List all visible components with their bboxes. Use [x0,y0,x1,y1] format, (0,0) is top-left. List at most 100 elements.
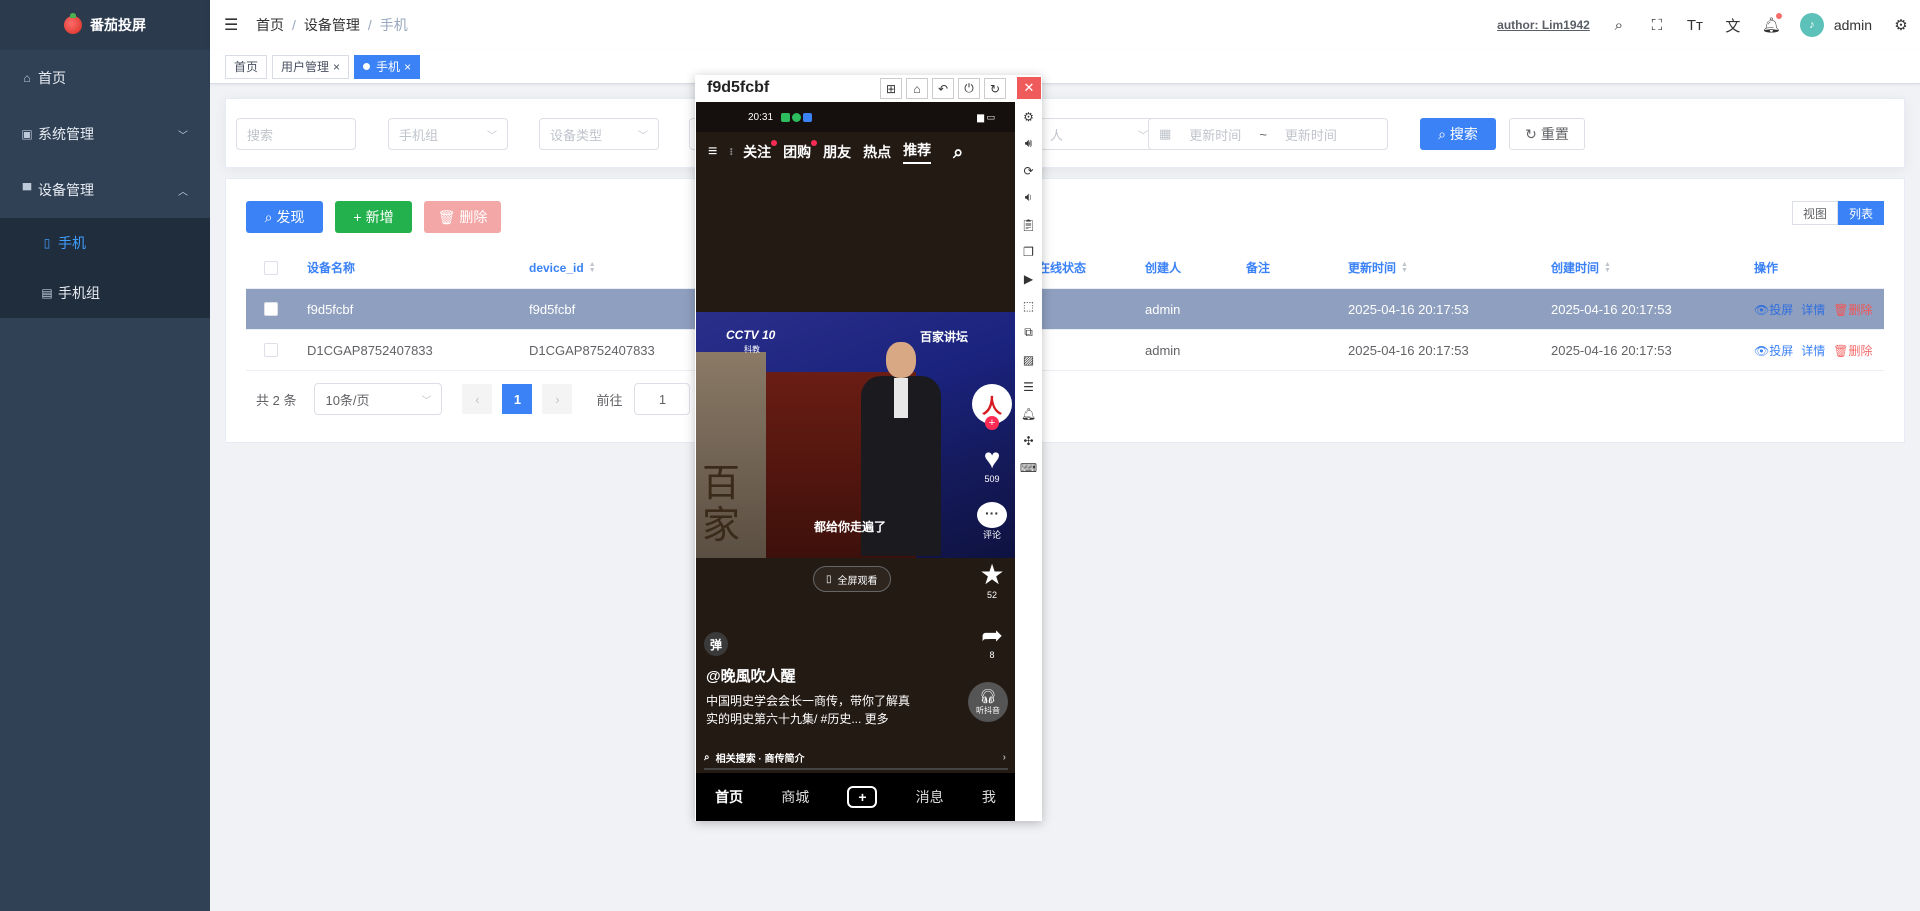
sidebar-item-home[interactable]: ⌂ 首页 [0,50,210,106]
discover-button[interactable]: ⌕ 发现 [246,201,323,233]
shrink-icon[interactable]: ✣ [1023,427,1033,454]
tag-phone[interactable]: 手机 × [354,54,421,79]
phone-mirror-window[interactable]: f9d5fcbf ⊞ ⌂ ↶ ⏻ ↻ ✕ ⚙ 🔊︎ ⟳ 🔉︎ 📋︎ ❐ ▶ ⬚ … [695,75,1042,821]
phone-screen[interactable]: 20:31 ▆ ▭ ≡ ⁝ 关注 团购 朋友 热点 推荐 ⌕ 百家 CCTV 1… [696,102,1015,821]
close-window-button[interactable]: ✕ [1017,77,1041,99]
related-search-bar[interactable]: ⌕ 相关搜索 · 商传简介 › [704,746,1008,770]
delete-link[interactable]: 🗑︎删除 [1833,342,1872,359]
favorite-button[interactable]: ★ 52 [970,560,1014,601]
bell-icon[interactable]: 🔔︎ [1021,400,1036,427]
next-page-button[interactable]: › [542,384,573,414]
refresh-icon[interactable]: ↻ [984,78,1006,99]
volume-down-icon[interactable]: 🔉︎ [1025,184,1033,211]
select-all-checkbox[interactable] [264,260,278,275]
back-icon[interactable]: ↶ [932,78,954,99]
cast-link[interactable]: 👁︎投屏 [1754,301,1793,318]
author-link[interactable]: author: Lim1942 [1497,18,1590,32]
comment-button[interactable]: ··· 评论 [970,502,1014,541]
device-type-select[interactable]: 设备类型 ﹀ [539,118,659,150]
home-icon[interactable]: ⌂ [906,78,928,99]
tab-follow[interactable]: 关注 [743,140,778,162]
tab-home[interactable]: 首页 [715,787,743,807]
goto-page-input[interactable]: 1 [634,383,691,415]
search-icon[interactable]: ⌕ [953,142,963,163]
listen-button[interactable]: 🎧︎ 听抖音 [968,682,1008,722]
search-icon[interactable]: ⌕ [1610,17,1628,34]
search-input[interactable]: 搜索 [236,118,356,150]
close-icon[interactable]: × [333,60,340,74]
cell-device-name: f9d5fcbf [307,301,354,317]
record-icon[interactable]: ▶ [1024,265,1033,292]
rotate-icon[interactable]: ⟳ [1023,157,1033,184]
tab-messages[interactable]: 消息 [916,787,944,807]
gear-icon[interactable]: ⚙ [1892,16,1910,34]
settings-sliders-icon[interactable]: ☰ [1023,373,1034,400]
user-menu[interactable]: ♪ admin [1799,13,1872,37]
detail-link[interactable]: 详情 [1801,342,1825,359]
col-updated[interactable]: 更新时间 ▲ ▼ [1348,247,1408,288]
apps-grid-icon[interactable]: ⊞ [880,78,902,99]
copy-icon[interactable]: ❐ [1023,238,1034,265]
add-button[interactable]: + 新增 [335,201,412,233]
fullscreen-button[interactable]: ▯ 全屏观看 [813,566,891,592]
col-device-id[interactable]: device_id ▲ ▼ [529,247,596,288]
share-button[interactable]: ➦ 8 [970,620,1014,660]
fullscreen-icon[interactable]: ⛶ [1648,17,1666,34]
tab-group-buy[interactable]: 团购 [783,140,818,162]
row-checkbox[interactable] [264,302,278,316]
clipboard-icon[interactable]: 📋︎ [1021,211,1036,238]
app-logo[interactable]: 番茄投屏 [0,0,210,50]
breadcrumb-item[interactable]: 首页 [256,15,284,35]
translate-icon[interactable]: 文 [1724,15,1742,36]
page-number-current[interactable]: 1 [502,384,533,414]
table-row[interactable]: D1CGAP8752407833 D1CGAP8752407833 admin … [246,330,1884,371]
search-button[interactable]: ⌕ 搜索 [1420,118,1496,150]
video-author[interactable]: @晚風吹人醒 [706,665,796,686]
view-mode-button[interactable]: 视图 [1791,201,1838,225]
screen-off-icon[interactable]: ▨ [1023,346,1034,373]
tab-friends[interactable]: 朋友 [823,142,851,162]
delete-button[interactable]: 🗑︎ 删除 [424,201,501,233]
phone-group-select[interactable]: 手机组 ﹀ [388,118,508,150]
bell-icon[interactable]: 🔔︎ [1762,13,1782,34]
hamburger-icon[interactable]: ☰ [224,15,246,35]
sidebar-item-system[interactable]: ▣ 系统管理 ﹀ [0,106,210,162]
sidebar-item-phone[interactable]: ▯ 手机 [0,218,210,268]
tab-me[interactable]: 我 [982,787,996,807]
sidebar-item-phone-group[interactable]: ▤ 手机组 [0,268,210,318]
tab-recommend[interactable]: 推荐 [903,140,932,164]
cast-link[interactable]: 👁︎投屏 [1754,342,1793,359]
phone-window-titlebar[interactable]: f9d5fcbf ⊞ ⌂ ↶ ⏻ ↻ ✕ [695,75,1042,101]
author-avatar[interactable]: 人 + [970,384,1014,430]
screenshot-icon[interactable]: ⬚ [1023,292,1034,319]
list-mode-button[interactable]: 列表 [1837,201,1884,225]
reset-button[interactable]: ↻ 重置 [1509,118,1585,150]
create-plus-button[interactable]: + [847,786,878,808]
detail-link[interactable]: 详情 [1801,301,1825,318]
like-button[interactable]: ♥ 509 [970,444,1014,485]
tab-hot[interactable]: 热点 [863,142,891,162]
sidebar-item-device[interactable]: ▀ 设备管理 ︿ [0,162,210,218]
col-created[interactable]: 创建时间 ▲ ▼ [1551,247,1611,288]
keyboard-icon[interactable]: ⌨ [1020,454,1037,481]
danmu-toggle[interactable]: 弹 [704,632,728,656]
power-icon[interactable]: ⏻ [958,78,980,99]
tag-home[interactable]: 首页 [225,54,268,79]
rotate-screen-icon[interactable]: ⧉ [1024,319,1033,346]
delete-link[interactable]: 🗑︎删除 [1833,301,1872,318]
close-icon[interactable]: × [404,60,411,74]
creator-select[interactable]: 人 ﹀ [1039,118,1159,150]
tab-mall[interactable]: 商城 [781,787,809,807]
video-frame[interactable]: 百家 CCTV 10 科教 百家讲坛 都给你走遍了 [696,312,1015,558]
volume-up-icon[interactable]: 🔊︎ [1025,130,1033,157]
prev-page-button[interactable]: ‹ [462,384,493,414]
gear-icon[interactable]: ⚙ [1023,103,1034,130]
table-row[interactable]: f9d5fcbf f9d5fcbf admin 2025-04-16 20:17… [246,289,1884,330]
tag-user-manage[interactable]: 用户管理 × [272,54,350,79]
menu-icon[interactable]: ≡ [708,143,717,161]
row-checkbox[interactable] [264,343,278,357]
font-size-icon[interactable]: Tт [1686,17,1704,34]
update-time-range[interactable]: ▦ 更新时间 ~ 更新时间 [1148,118,1388,150]
page-size-select[interactable]: 10条/页 ﹀ [314,383,443,415]
breadcrumb-item[interactable]: 设备管理 [304,15,360,35]
